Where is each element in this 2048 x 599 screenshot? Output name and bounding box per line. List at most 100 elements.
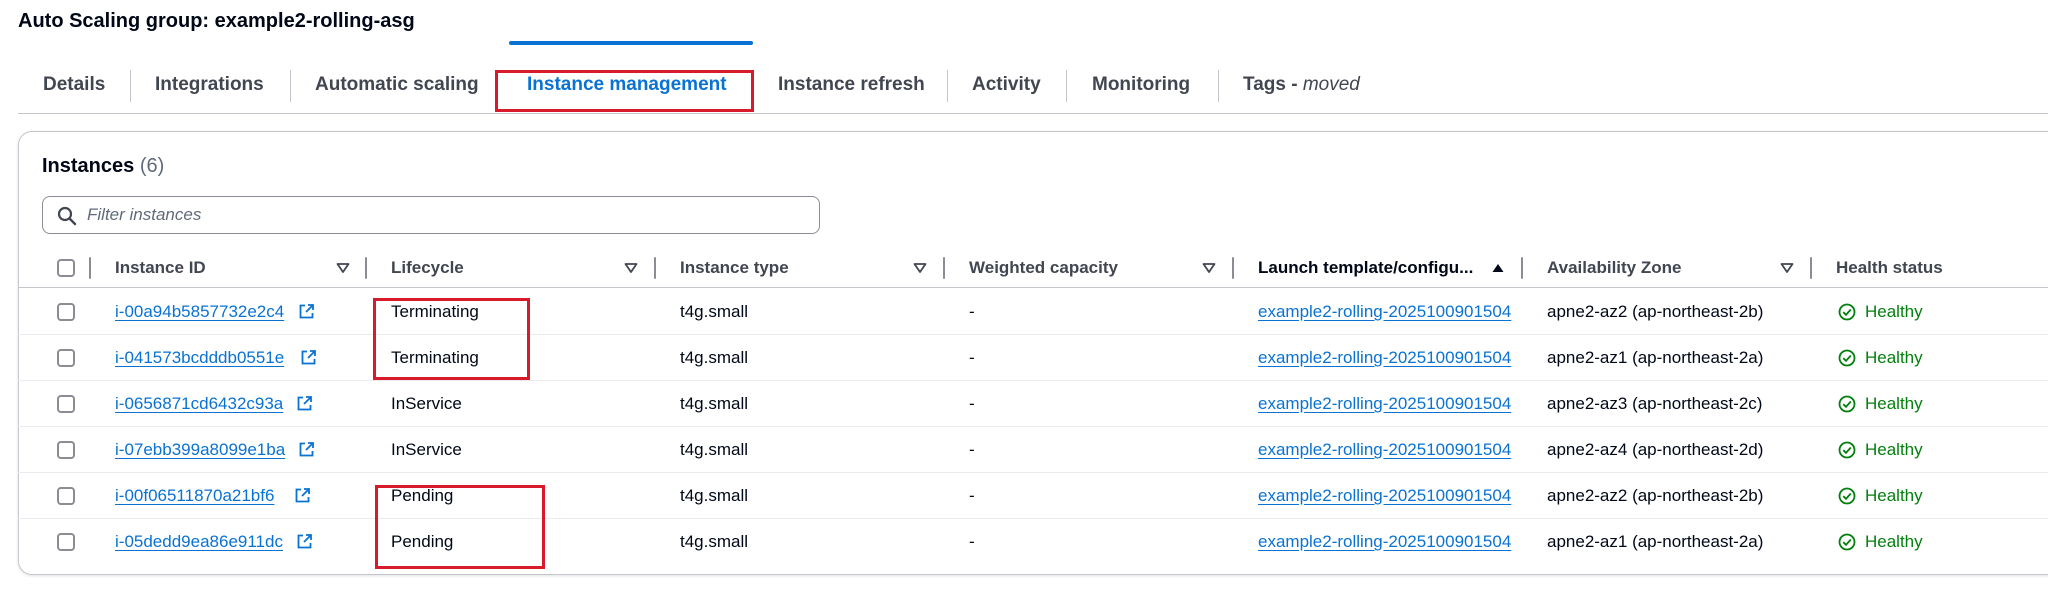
row-select-checkbox[interactable] xyxy=(57,441,75,459)
instance-id-link[interactable]: i-07ebb399a8099e1ba xyxy=(115,427,285,473)
annotation-highlight-pending xyxy=(375,485,545,569)
caret-down-filled-icon[interactable] xyxy=(913,261,927,275)
weighted-capacity-value: - xyxy=(969,302,975,321)
caret-down-filled-icon[interactable] xyxy=(1780,261,1794,275)
tab-divider xyxy=(130,70,131,102)
search-icon xyxy=(57,206,77,226)
weighted-capacity-value: - xyxy=(969,394,975,413)
instance-type-value: t4g.small xyxy=(680,302,749,321)
row-select-checkbox[interactable] xyxy=(57,533,75,551)
weighted-capacity-value: - xyxy=(969,348,975,367)
launch-template-link[interactable]: example2-rolling-2025100901504 xyxy=(1258,381,1511,427)
column-header-availability-zone[interactable]: Availability Zone xyxy=(1547,248,1681,288)
external-link-icon[interactable] xyxy=(296,395,313,412)
status-positive-icon xyxy=(1838,441,1856,459)
instance-id-link[interactable]: i-05dedd9ea86e911dc xyxy=(115,519,283,565)
table-row[interactable]: i-05dedd9ea86e911dc Pending t4g.small - … xyxy=(18,519,2048,565)
tab-divider xyxy=(947,70,948,102)
instances-heading: Instances (6) xyxy=(42,155,164,178)
status-positive-icon xyxy=(1838,303,1856,321)
external-link-icon[interactable] xyxy=(300,349,317,366)
external-link-icon[interactable] xyxy=(296,533,313,550)
status-positive-icon xyxy=(1838,349,1856,367)
column-divider xyxy=(943,257,945,279)
caret-up-filled-icon[interactable] xyxy=(1491,261,1505,275)
row-select-checkbox[interactable] xyxy=(57,303,75,321)
column-divider xyxy=(365,257,367,279)
health-status-value: Healthy xyxy=(1865,440,1923,459)
select-all-checkbox[interactable] xyxy=(57,259,75,277)
active-tab-indicator xyxy=(509,41,753,45)
annotation-highlight-terminating xyxy=(373,298,530,380)
availability-zone-value: apne2-az1 (ap-northeast-2a) xyxy=(1547,348,1764,367)
status-positive-icon xyxy=(1838,487,1856,505)
column-header-lifecycle[interactable]: Lifecycle xyxy=(391,248,464,288)
lifecycle-value: InService xyxy=(391,440,462,459)
caret-down-filled-icon[interactable] xyxy=(624,261,638,275)
row-select-checkbox[interactable] xyxy=(57,349,75,367)
column-divider xyxy=(89,257,91,279)
launch-template-link[interactable]: example2-rolling-2025100901504 xyxy=(1258,289,1511,335)
tab-activity[interactable]: Activity xyxy=(972,66,1041,104)
table-row[interactable]: i-00f06511870a21bf6 Pending t4g.small - … xyxy=(18,473,2048,519)
column-divider xyxy=(654,257,656,279)
launch-template-link[interactable]: example2-rolling-2025100901504 xyxy=(1258,335,1511,381)
filter-instances-field[interactable] xyxy=(42,196,820,234)
launch-template-link[interactable]: example2-rolling-2025100901504 xyxy=(1258,427,1511,473)
page-title: Auto Scaling group: example2-rolling-asg xyxy=(18,10,415,32)
health-status-value: Healthy xyxy=(1865,486,1923,505)
tab-automatic-scaling[interactable]: Automatic scaling xyxy=(315,66,479,104)
external-link-icon[interactable] xyxy=(298,441,315,458)
caret-down-filled-icon[interactable] xyxy=(1202,261,1216,275)
availability-zone-value: apne2-az4 (ap-northeast-2d) xyxy=(1547,440,1764,459)
tab-divider xyxy=(1218,70,1219,102)
table-row[interactable]: i-041573bcdddb0551e Terminating t4g.smal… xyxy=(18,335,2048,381)
instance-id-link[interactable]: i-041573bcdddb0551e xyxy=(115,335,284,381)
tab-details[interactable]: Details xyxy=(43,66,105,104)
availability-zone-value: apne2-az1 (ap-northeast-2a) xyxy=(1547,532,1764,551)
health-status-value: Healthy xyxy=(1865,532,1923,551)
tab-divider xyxy=(1066,70,1067,102)
tab-monitoring[interactable]: Monitoring xyxy=(1092,66,1190,104)
tab-instance-refresh[interactable]: Instance refresh xyxy=(778,66,925,104)
column-header-health-status[interactable]: Health status xyxy=(1836,248,1943,288)
lifecycle-value: InService xyxy=(391,394,462,413)
instances-count: (6) xyxy=(139,155,165,177)
column-divider xyxy=(1232,257,1234,279)
health-status-value: Healthy xyxy=(1865,394,1923,413)
launch-template-link[interactable]: example2-rolling-2025100901504 xyxy=(1258,519,1511,565)
annotation-highlight-tab xyxy=(495,70,754,112)
column-header-launch-template[interactable]: Launch template/configu... xyxy=(1258,248,1473,288)
weighted-capacity-value: - xyxy=(969,486,975,505)
table-row[interactable]: i-00a94b5857732e2c4 Terminating t4g.smal… xyxy=(18,289,2048,335)
instance-type-value: t4g.small xyxy=(680,440,749,459)
status-positive-icon xyxy=(1838,533,1856,551)
status-positive-icon xyxy=(1838,395,1856,413)
column-divider xyxy=(1810,257,1812,279)
tab-tags-label: Tags - xyxy=(1243,74,1303,95)
column-header-instance-id[interactable]: Instance ID xyxy=(115,248,206,288)
tab-tags[interactable]: Tags - moved xyxy=(1243,66,1360,104)
caret-down-filled-icon[interactable] xyxy=(336,261,350,275)
weighted-capacity-value: - xyxy=(969,532,975,551)
column-header-instance-type[interactable]: Instance type xyxy=(680,248,789,288)
tab-divider xyxy=(290,70,291,102)
launch-template-link[interactable]: example2-rolling-2025100901504 xyxy=(1258,473,1511,519)
instance-id-link[interactable]: i-00f06511870a21bf6 xyxy=(115,473,274,519)
availability-zone-value: apne2-az2 (ap-northeast-2b) xyxy=(1547,302,1764,321)
availability-zone-value: apne2-az2 (ap-northeast-2b) xyxy=(1547,486,1764,505)
external-link-icon[interactable] xyxy=(298,303,315,320)
column-header-weighted-capacity[interactable]: Weighted capacity xyxy=(969,248,1118,288)
row-select-checkbox[interactable] xyxy=(57,395,75,413)
external-link-icon[interactable] xyxy=(294,487,311,504)
row-select-checkbox[interactable] xyxy=(57,487,75,505)
instance-id-link[interactable]: i-0656871cd6432c93a xyxy=(115,381,283,427)
filter-instances-input[interactable] xyxy=(87,203,787,227)
weighted-capacity-value: - xyxy=(969,440,975,459)
availability-zone-value: apne2-az3 (ap-northeast-2c) xyxy=(1547,394,1763,413)
table-row[interactable]: i-07ebb399a8099e1ba InService t4g.small … xyxy=(18,427,2048,473)
instance-id-link[interactable]: i-00a94b5857732e2c4 xyxy=(115,289,284,335)
tab-integrations[interactable]: Integrations xyxy=(155,66,264,104)
health-status-value: Healthy xyxy=(1865,348,1923,367)
table-row[interactable]: i-0656871cd6432c93a InService t4g.small … xyxy=(18,381,2048,427)
